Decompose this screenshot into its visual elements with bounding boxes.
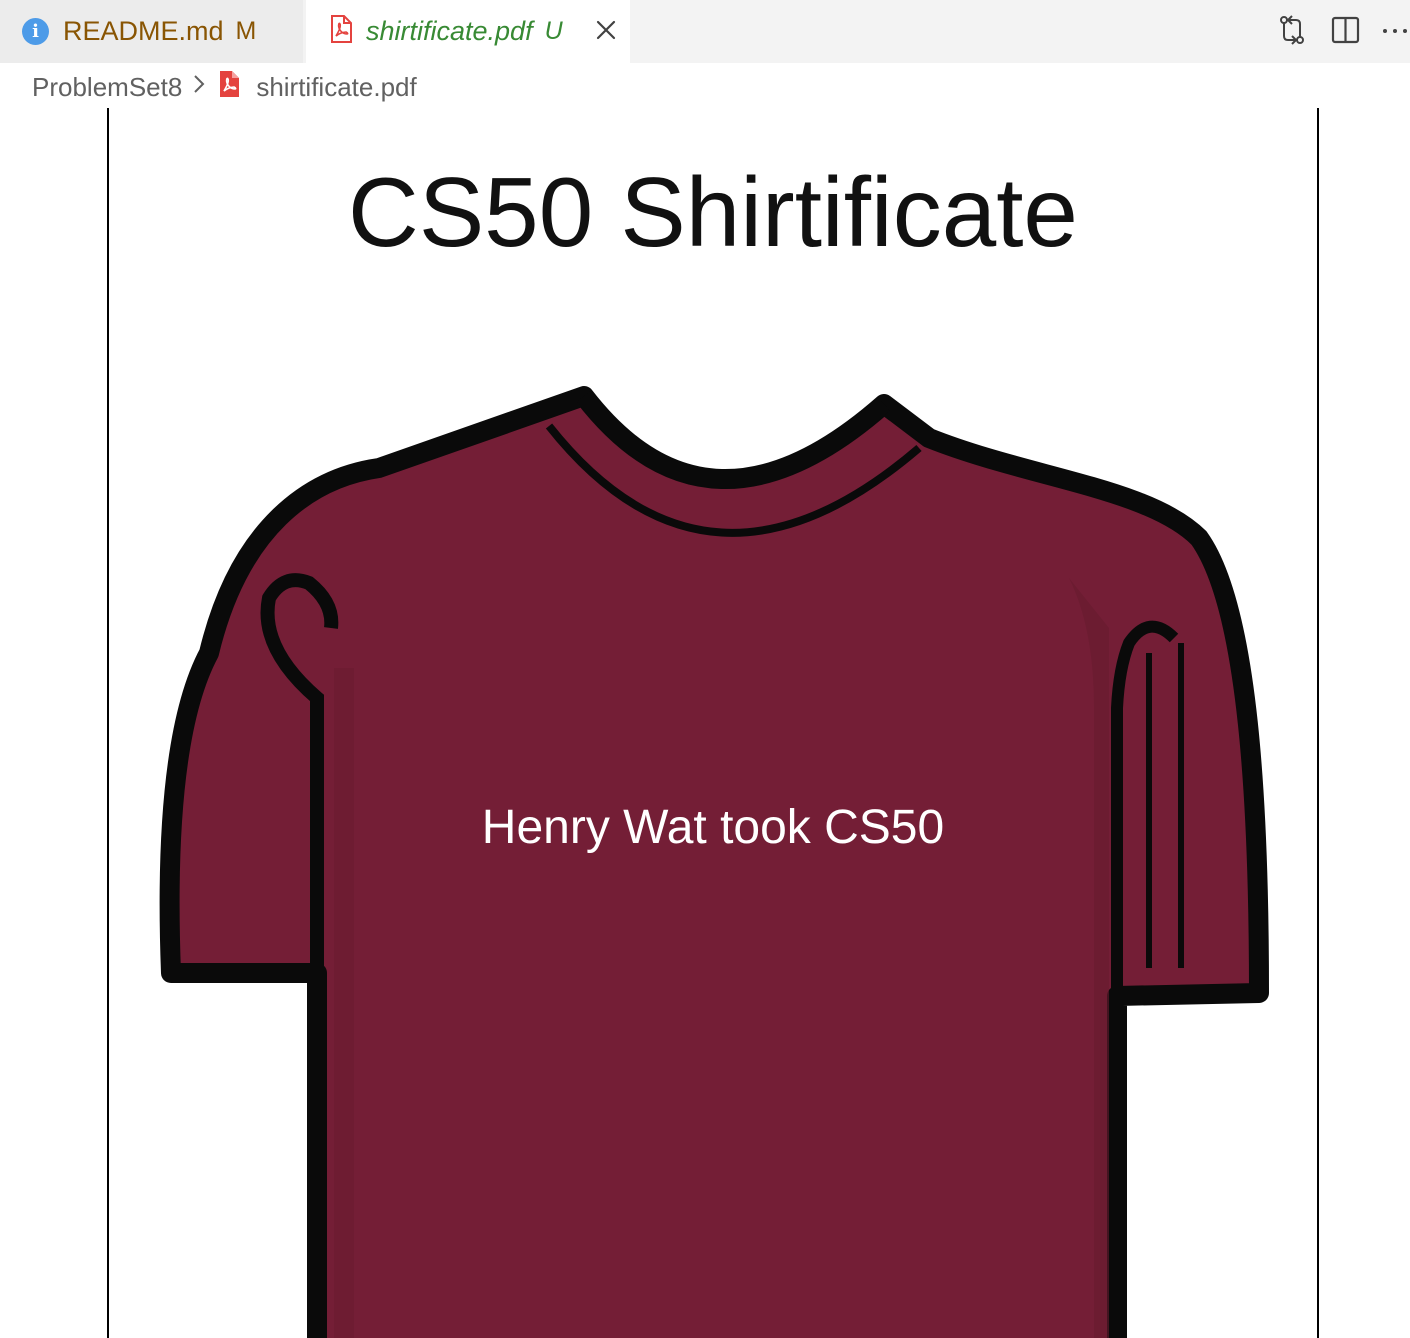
compare-changes-icon[interactable] [1276,14,1308,46]
info-icon: i [22,18,49,45]
breadcrumb-folder[interactable]: ProblemSet8 [32,72,182,103]
chevron-right-icon [192,72,206,103]
pdf-icon [218,70,240,105]
tshirt-image [159,386,1269,1338]
split-editor-icon[interactable] [1330,14,1362,46]
tab-label: README.md [63,16,224,46]
breadcrumb-file[interactable]: shirtificate.pdf [256,72,416,103]
tab-label: shirtificate.pdf [366,16,533,46]
close-icon[interactable] [594,18,618,42]
editor-tab-bar: i README.md M shirtificate.pdf U [0,0,1410,63]
tab-readme[interactable]: i README.md M [0,0,303,63]
git-modified-badge: M [235,17,257,45]
tab-shirtificate-pdf[interactable]: shirtificate.pdf U [306,0,630,63]
shirt-text: Henry Wat took CS50 [481,801,945,854]
pdf-icon [330,15,352,48]
pdf-page: CS50 Shirtificate Henry Wat took CS50 [107,108,1319,1338]
more-actions-icon[interactable] [1380,14,1410,46]
breadcrumb: ProblemSet8 shirtificate.pdf [32,63,417,111]
git-untracked-badge: U [544,17,563,45]
